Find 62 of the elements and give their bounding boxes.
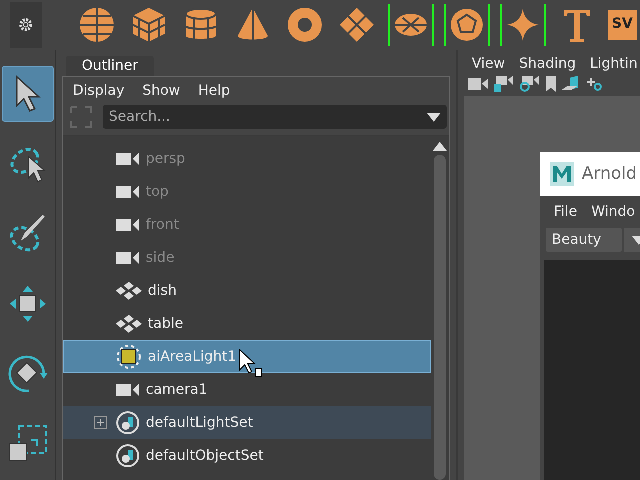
plane-icon[interactable] [338, 6, 376, 44]
outliner-item[interactable]: defaultLightSet [63, 406, 431, 439]
camera-settings-icon[interactable] [520, 76, 540, 92]
outliner-item[interactable]: defaultObjectSet [63, 439, 431, 472]
camera-icon [116, 152, 140, 166]
expand-icon[interactable] [94, 416, 107, 429]
window-title: Arnold [582, 164, 638, 184]
item-name: camera1 [146, 382, 208, 398]
mouse-cursor-icon [238, 349, 264, 379]
item-name: table [148, 316, 184, 332]
menu-item[interactable]: Display [73, 83, 125, 99]
item-name: dish [148, 282, 177, 298]
camera-lock-icon[interactable] [494, 76, 514, 92]
viewport[interactable]: Arnold File Windo Beauty [464, 96, 640, 480]
mesh-icon [116, 314, 142, 332]
set-icon [116, 444, 140, 468]
area-light-icon [116, 344, 142, 370]
item-name: persp [146, 150, 186, 166]
rotate-tool-icon [6, 353, 48, 395]
menu-item[interactable]: View [472, 56, 506, 72]
torus-icon[interactable] [286, 6, 324, 44]
item-name: front [146, 216, 180, 232]
item-name: top [146, 184, 169, 200]
svg-tool-button[interactable]: SV [608, 10, 637, 40]
image-plane-icon[interactable] [562, 76, 580, 92]
outliner-tab[interactable]: Outliner [66, 56, 154, 76]
menu-item[interactable]: Help [198, 83, 230, 99]
menu-item[interactable]: Shading [519, 56, 576, 72]
sphere-icon[interactable] [78, 6, 116, 44]
bookmark-icon[interactable] [546, 76, 556, 92]
item-name: defaultObjectSet [146, 448, 264, 464]
search-field[interactable]: Search... [103, 105, 447, 129]
disc-icon[interactable] [393, 12, 429, 38]
outliner-item[interactable]: camera1 [63, 373, 431, 406]
camera-icon [116, 218, 140, 232]
move-search-icon[interactable] [586, 76, 604, 92]
menu-item[interactable]: File [554, 204, 578, 220]
settings-icon[interactable] [18, 17, 34, 33]
outliner-item[interactable]: table [63, 307, 431, 340]
menu-item[interactable]: Windo [591, 204, 636, 220]
move-tool-icon [8, 284, 48, 324]
aov-dropdown[interactable]: Beauty [546, 228, 622, 252]
shelf-button[interactable] [388, 4, 434, 46]
camera-icon [116, 184, 140, 198]
mesh-icon [116, 282, 142, 300]
dropdown-arrow-icon[interactable] [427, 113, 441, 122]
menu-item[interactable]: Show [142, 83, 180, 99]
cube-icon[interactable] [130, 6, 168, 44]
item-name: side [146, 250, 175, 266]
outliner-item[interactable]: dish [63, 274, 431, 307]
arrow-cursor-icon [14, 75, 42, 113]
item-name: defaultLightSet [146, 414, 254, 430]
camera-icon [116, 250, 140, 264]
menu-item[interactable]: Lightin [590, 56, 638, 72]
scrollbar-thumb[interactable] [434, 155, 446, 480]
tool-button[interactable] [2, 66, 54, 122]
camera-icon [116, 382, 140, 396]
maya-logo-icon [550, 162, 574, 186]
set-icon [116, 410, 140, 434]
scroll-up-icon[interactable] [433, 142, 447, 151]
item-name: aiAreaLight1 [148, 348, 237, 364]
camera-icon[interactable] [468, 78, 488, 90]
